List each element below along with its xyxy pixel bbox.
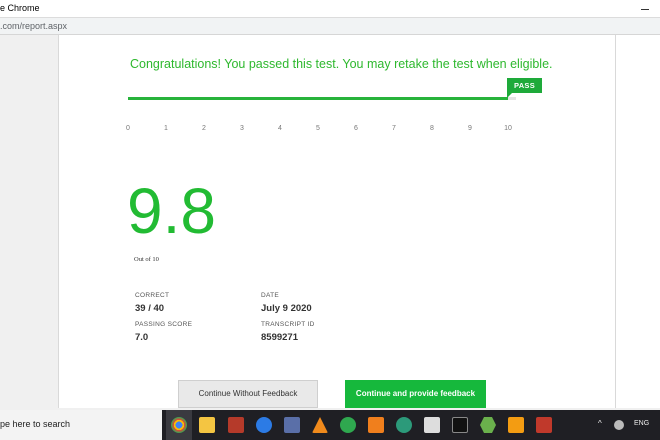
calculator-icon[interactable]	[284, 417, 300, 433]
score-tick: 3	[240, 125, 244, 132]
network-icon[interactable]	[614, 420, 624, 430]
date-label: DATE	[261, 292, 280, 299]
mcafee-icon[interactable]	[536, 417, 552, 433]
score-tick: 0	[126, 125, 130, 132]
page-viewport	[0, 35, 660, 408]
taskbar-search-text: pe here to search	[0, 419, 71, 429]
score-track	[128, 97, 516, 100]
vlc-icon[interactable]	[312, 417, 328, 433]
language-indicator[interactable]: ENG	[634, 420, 649, 427]
score-tick: 6	[354, 125, 358, 132]
score-tick: 9	[468, 125, 472, 132]
date-value: July 9 2020	[261, 303, 312, 314]
passing-score-value: 7.0	[135, 332, 149, 343]
score-tick: 1	[164, 125, 168, 132]
url-text[interactable]: .com/report.aspx	[0, 21, 67, 31]
passing-score-label: PASSING SCORE	[135, 321, 193, 328]
address-bar[interactable]: .com/report.aspx	[0, 18, 660, 35]
pass-badge: PASS	[507, 78, 542, 93]
score-fill	[128, 97, 509, 100]
edge-icon[interactable]	[256, 417, 272, 433]
file-explorer-icon[interactable]	[199, 417, 215, 433]
score-tick: 2	[202, 125, 206, 132]
score-tick: 8	[430, 125, 434, 132]
transcript-id-label: TRANSCRIPT ID	[261, 321, 315, 328]
right-panel	[616, 35, 660, 408]
app-hex-icon[interactable]	[480, 417, 496, 433]
app-green-icon[interactable]	[340, 417, 356, 433]
app-icon[interactable]	[228, 417, 244, 433]
window-title: e Chrome	[0, 3, 40, 13]
chevron-up-icon[interactable]: ^	[598, 419, 602, 428]
taskbar-search-box[interactable]: pe here to search	[0, 410, 162, 440]
score-tick: 7	[392, 125, 396, 132]
pass-badge-pointer	[507, 93, 512, 98]
score-value: 9.8	[127, 175, 216, 247]
correct-label: CORRECT	[135, 292, 170, 299]
transcript-id-value: 8599271	[261, 332, 298, 343]
xampp-icon[interactable]	[368, 417, 384, 433]
result-message: Congratulations! You passed this test. Y…	[130, 57, 553, 71]
app-teal-icon[interactable]	[396, 417, 412, 433]
taskbar: pe here to search ^ ENG	[0, 410, 660, 440]
chrome-icon[interactable]	[171, 417, 187, 433]
minimize-icon[interactable]	[638, 2, 652, 14]
score-tick: 10	[504, 125, 512, 132]
app-orange-icon[interactable]	[508, 417, 524, 433]
score-out-of: Out of 10	[134, 256, 159, 263]
app-chat-icon[interactable]	[424, 417, 440, 433]
correct-value: 39 / 40	[135, 303, 165, 314]
continue-with-feedback-button[interactable]: Continue and provide feedback	[345, 380, 486, 408]
score-tick: 5	[316, 125, 320, 132]
terminal-icon[interactable]	[452, 417, 468, 433]
score-tick: 4	[278, 125, 282, 132]
window-titlebar: e Chrome	[0, 0, 660, 18]
continue-without-feedback-button[interactable]: Continue Without Feedback	[178, 380, 318, 408]
